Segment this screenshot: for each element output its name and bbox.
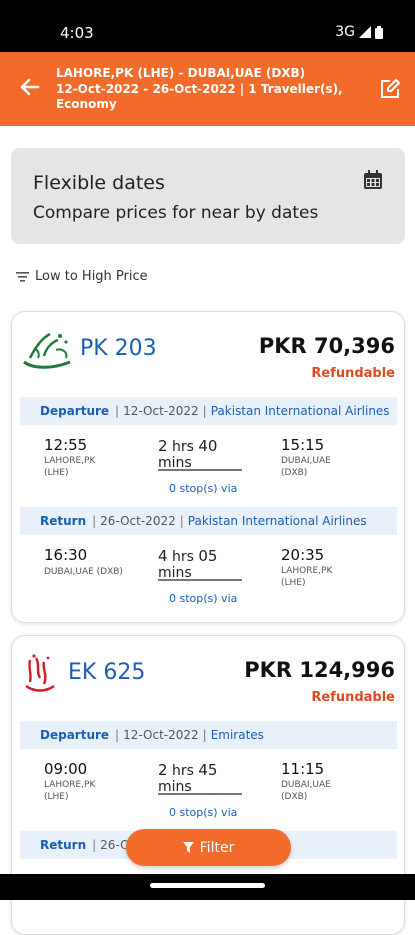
- leg-date: 12-Oct-2022: [123, 728, 199, 742]
- refundable-badge: Refundable: [311, 366, 395, 381]
- separator: |: [179, 514, 184, 528]
- departure-leg-header: Departure | 12-Oct-2022 | Emirates: [20, 721, 397, 749]
- departure-city: LAHORE,PK (LHE): [44, 456, 96, 478]
- separator: |: [92, 838, 97, 852]
- sort-control[interactable]: Low to High Price: [16, 269, 148, 284]
- status-time: 4:03: [60, 24, 94, 42]
- funnel-icon: [182, 842, 194, 853]
- arrival-time: 20:35: [281, 546, 325, 564]
- signal-icon: [359, 26, 371, 38]
- search-details: 12-Oct-2022 - 26-Oct-2022 | 1 Traveller(…: [56, 82, 343, 111]
- flight-card[interactable]: PK 203 PKR 70,396 Refundable Departure |…: [11, 311, 405, 623]
- arrival-city: DUBAI,UAE (DXB): [281, 780, 331, 802]
- leg-type: Return: [40, 514, 87, 528]
- arrival-city: LAHORE,PK (LHE): [281, 566, 333, 588]
- separator: |: [115, 404, 120, 418]
- arrival-time: 15:15: [281, 436, 325, 454]
- separator: |: [92, 514, 97, 528]
- leg-type: Departure: [40, 728, 110, 742]
- duration: 4 hrs 05 mins: [158, 547, 218, 581]
- flexible-dates-title: Flexible dates: [33, 172, 165, 194]
- leg-airline: Pakistan International Airlines: [187, 514, 367, 528]
- stops-link[interactable]: 0 stop(s) via: [169, 806, 237, 819]
- departure-time: 16:30: [44, 546, 88, 564]
- arrival-time: 11:15: [281, 760, 325, 778]
- arrival-city: DUBAI,UAE (DXB): [281, 456, 331, 478]
- departure-city: DUBAI,UAE (DXB): [44, 567, 123, 577]
- leg-airline: Emirates: [210, 728, 264, 742]
- calendar-icon: [364, 170, 382, 189]
- flight-number: EK 625: [68, 660, 146, 685]
- flexible-dates-card[interactable]: Flexible dates Compare prices for near b…: [11, 148, 405, 244]
- leg-airline: Pakistan International Airlines: [210, 404, 390, 418]
- app-bar: LAHORE,PK (LHE) - DUBAI,UAE (DXB) 12-Oct…: [0, 52, 415, 126]
- departure-time: 12:55: [44, 436, 88, 454]
- separator: |: [115, 728, 120, 742]
- separator: |: [202, 404, 207, 418]
- leg-type: Departure: [40, 404, 110, 418]
- system-nav-bar: [0, 874, 415, 900]
- duration-line: [158, 469, 242, 471]
- departure-leg-header: Departure | 12-Oct-2022 | Pakistan Inter…: [20, 397, 397, 425]
- duration: 2 hrs 45 mins: [158, 761, 218, 795]
- stops-link[interactable]: 0 stop(s) via: [169, 592, 237, 605]
- price: PKR 70,396: [258, 334, 395, 358]
- duration: 2 hrs 40 mins: [158, 437, 218, 471]
- refundable-badge: Refundable: [311, 690, 395, 705]
- stops-link[interactable]: 0 stop(s) via: [169, 482, 237, 495]
- flexible-dates-subtitle: Compare prices for near by dates: [33, 203, 319, 223]
- leg-date: 26-Oct-2022: [100, 514, 176, 528]
- departure-time: 09:00: [44, 760, 88, 778]
- sort-icon: [16, 271, 29, 282]
- price: PKR 124,996: [244, 658, 395, 682]
- duration-line: [158, 793, 242, 795]
- departure-city: LAHORE,PK (LHE): [44, 780, 96, 802]
- leg-date: 12-Oct-2022: [123, 404, 199, 418]
- filter-label: Filter: [199, 839, 235, 856]
- network-label: 3G: [335, 24, 355, 40]
- arrow-left-icon[interactable]: [18, 76, 40, 98]
- filter-button[interactable]: Filter: [126, 829, 291, 866]
- status-bar: 4:03 3G: [0, 0, 415, 52]
- sort-label: Low to High Price: [35, 269, 148, 284]
- pia-logo-icon: [23, 332, 71, 369]
- separator: |: [202, 728, 207, 742]
- battery-icon: [375, 25, 383, 39]
- edit-icon[interactable]: [379, 78, 401, 100]
- route-title: LAHORE,PK (LHE) - DUBAI,UAE (DXB): [56, 66, 306, 80]
- return-leg-header: Return | 26-Oct-2022 | Pakistan Internat…: [20, 507, 397, 535]
- leg-type: Return: [40, 838, 87, 852]
- flight-number: PK 203: [80, 336, 157, 361]
- status-icons: 3G: [335, 24, 383, 40]
- home-gesture-pill[interactable]: [150, 883, 265, 888]
- duration-line: [158, 579, 242, 581]
